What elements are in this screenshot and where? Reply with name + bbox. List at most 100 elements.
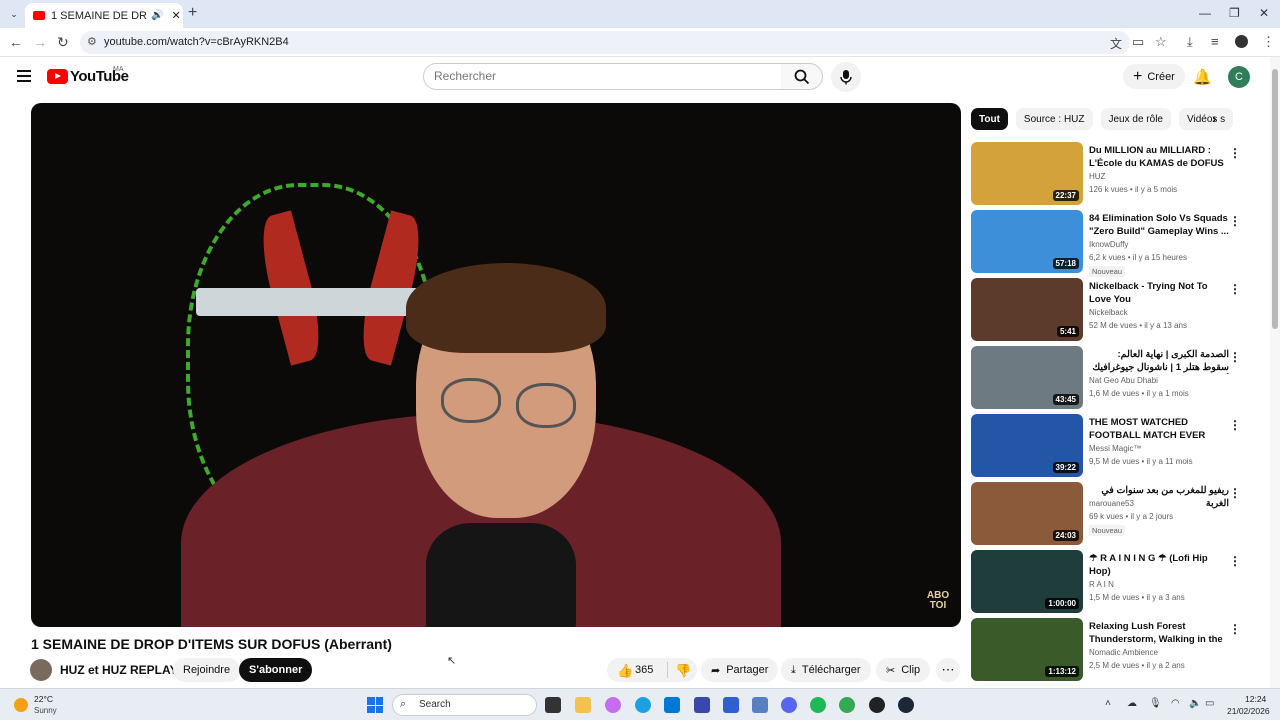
forward-icon[interactable]: → xyxy=(33,34,47,50)
video-thumbnail[interactable]: 1:13:12 xyxy=(971,618,1083,681)
chip-source-huz[interactable]: Source : HUZ xyxy=(1015,108,1093,130)
chip-role-playing[interactable]: Jeux de rôle xyxy=(1100,108,1171,130)
search-input[interactable]: Rechercher xyxy=(423,63,782,90)
voice-search-button[interactable] xyxy=(831,62,861,92)
windows-start-icon[interactable] xyxy=(367,697,383,713)
video-title[interactable]: Relaxing Lush Forest Thunderstorm, Walki… xyxy=(1089,620,1229,646)
omnibox[interactable]: ⚙ youtube.com/watch?v=cBrAyRKN2B4 文 xyxy=(80,31,1130,54)
list-item[interactable]: 39:22 THE MOST WATCHED FOOTBALL MATCH EV… xyxy=(971,414,1241,482)
notifications-bell-icon[interactable]: 🔔 xyxy=(1193,68,1212,86)
kebab-menu-icon[interactable]: ⋮ xyxy=(1229,418,1241,432)
page-scrollbar[interactable] xyxy=(1270,57,1280,688)
user-avatar[interactable]: C xyxy=(1228,66,1250,88)
spotify-icon[interactable] xyxy=(810,697,826,713)
task-view-icon[interactable] xyxy=(545,697,561,713)
wifi-icon[interactable]: ◠ xyxy=(1171,698,1180,709)
video-title[interactable]: الصدمة الكبرى | نهاية العالم: سقوط هتلر … xyxy=(1089,348,1229,374)
video-thumbnail[interactable]: 1:00:00 xyxy=(971,550,1083,613)
edge-icon[interactable] xyxy=(635,697,651,713)
reload-icon[interactable]: ↻ xyxy=(57,34,69,51)
taskbar-search[interactable]: ⌕ Search xyxy=(392,694,537,716)
download-button[interactable]: ⤓ Télécharger xyxy=(781,658,871,682)
close-window-icon[interactable]: ✕ xyxy=(1259,6,1269,20)
steam-icon[interactable] xyxy=(898,697,914,713)
network-icon[interactable]: ☁ xyxy=(1127,698,1137,709)
video-thumbnail[interactable]: 43:45 xyxy=(971,346,1083,409)
chip-videos[interactable]: Vidéos s xyxy=(1178,108,1234,130)
youtube-logo[interactable]: YouTube MA xyxy=(47,66,129,85)
video-channel[interactable]: IknowDuffy xyxy=(1089,240,1128,249)
new-tab-icon[interactable]: + xyxy=(188,4,197,22)
video-thumbnail[interactable]: 39:22 xyxy=(971,414,1083,477)
clock-time[interactable]: 12:24 xyxy=(1245,694,1266,704)
weather-temperature[interactable]: 22°C xyxy=(34,694,53,704)
app-icon[interactable] xyxy=(694,697,710,713)
video-thumbnail[interactable]: 57:18 xyxy=(971,210,1083,273)
video-player[interactable]: ABO TOI xyxy=(31,103,961,627)
video-thumbnail[interactable]: 22:37 xyxy=(971,142,1083,205)
store-icon[interactable] xyxy=(664,697,680,713)
video-channel[interactable]: marouane53 xyxy=(1089,499,1134,508)
cast-icon[interactable]: ▭ xyxy=(1132,34,1144,50)
app-icon-2[interactable] xyxy=(869,697,885,713)
vscode-icon[interactable] xyxy=(723,697,739,713)
bookmark-star-icon[interactable]: ☆ xyxy=(1155,34,1167,50)
list-item[interactable]: 22:37 Du MILLION au MILLIARD : L'École d… xyxy=(971,142,1241,210)
file-explorer-icon[interactable] xyxy=(575,697,591,713)
video-channel[interactable]: R A I N xyxy=(1089,580,1114,589)
kebab-menu-icon[interactable]: ⋮ xyxy=(1229,214,1241,228)
clock-date[interactable]: 21/02/2026 xyxy=(1227,706,1270,716)
chevron-right-icon[interactable]: › xyxy=(1212,110,1217,126)
chrome-icon[interactable] xyxy=(839,697,855,713)
list-item[interactable]: 5:41 Nickelback - Trying Not To Love You… xyxy=(971,278,1241,346)
video-channel[interactable]: Messi Magic™ xyxy=(1089,444,1141,453)
list-item[interactable]: 1:00:00 ☂ R A I N I N G ☂ (Lofi Hip Hop)… xyxy=(971,550,1241,618)
audio-playing-icon[interactable]: 🔊 xyxy=(151,10,163,21)
subscribe-button[interactable]: S'abonner xyxy=(239,658,313,682)
weather-condition[interactable]: Sunny xyxy=(34,706,57,715)
copilot-icon[interactable] xyxy=(605,697,621,713)
video-channel[interactable]: HUZ xyxy=(1089,172,1105,181)
restore-icon[interactable]: ❐ xyxy=(1229,6,1240,20)
kebab-menu-icon[interactable]: ⋮ xyxy=(1229,622,1241,636)
list-item[interactable]: 57:18 84 Elimination Solo Vs Squads "Zer… xyxy=(971,210,1241,278)
tray-chevron-icon[interactable]: ˄ xyxy=(1105,698,1111,709)
video-channel[interactable]: Nat Geo Abu Dhabi xyxy=(1089,376,1158,385)
battery-icon[interactable]: ▭ xyxy=(1205,698,1214,709)
volume-icon[interactable]: 🔈 xyxy=(1189,698,1201,709)
dislike-thumb-icon[interactable]: 👎 xyxy=(675,663,691,679)
video-title[interactable]: THE MOST WATCHED FOOTBALL MATCH EVER (af… xyxy=(1089,416,1229,442)
video-title[interactable]: Nickelback - Trying Not To Love You xyxy=(1089,280,1229,306)
browser-tab[interactable]: 1 SEMAINE DE DROP D'ITEMS 🔊 ✕ xyxy=(25,3,183,28)
kebab-menu-icon[interactable]: ⋮ xyxy=(1229,350,1241,364)
kebab-menu-icon[interactable]: ⋮ xyxy=(1229,146,1241,160)
minimize-icon[interactable]: — xyxy=(1199,6,1211,20)
channel-avatar[interactable] xyxy=(30,659,52,681)
translate-icon[interactable]: 文 xyxy=(1110,35,1122,52)
share-button[interactable]: ➦ Partager xyxy=(701,658,779,682)
clip-button[interactable]: ✂ Clip xyxy=(876,658,931,682)
list-item[interactable]: 43:45 الصدمة الكبرى | نهاية العالم: سقوط… xyxy=(971,346,1241,414)
site-info-icon[interactable]: ⚙ xyxy=(87,35,97,48)
video-title[interactable]: Du MILLION au MILLIARD : L'École du KAMA… xyxy=(1089,144,1229,170)
url-text[interactable]: youtube.com/watch?v=cBrAyRKN2B4 xyxy=(104,36,289,48)
list-item[interactable]: 24:03 ريفيو للمغرب من بعد سنوات في الغرب… xyxy=(971,482,1241,550)
tab-list-button[interactable]: ⌄ xyxy=(6,6,22,22)
back-icon[interactable]: ← xyxy=(9,34,23,50)
video-thumbnail[interactable]: 24:03 xyxy=(971,482,1083,545)
kebab-menu-icon[interactable]: ⋮ xyxy=(1229,282,1241,296)
download-icon[interactable]: ⤓ xyxy=(1187,34,1193,50)
video-title[interactable]: 84 Elimination Solo Vs Squads "Zero Buil… xyxy=(1089,212,1229,238)
media-controls-icon[interactable]: ≡ xyxy=(1211,34,1219,49)
like-count[interactable]: 365 xyxy=(635,664,653,676)
channel-name[interactable]: HUZ et HUZ REPLAY xyxy=(60,663,178,677)
video-channel[interactable]: Nickelback xyxy=(1089,308,1128,317)
list-item[interactable]: 1:13:12 Relaxing Lush Forest Thunderstor… xyxy=(971,618,1241,686)
join-button[interactable]: Rejoindre xyxy=(173,658,241,682)
video-thumbnail[interactable]: 5:41 xyxy=(971,278,1083,341)
scrollbar-thumb[interactable] xyxy=(1272,69,1278,329)
create-button[interactable]: + Créer xyxy=(1123,64,1185,89)
more-actions-icon[interactable]: ⋯ xyxy=(936,658,960,682)
outlook-icon[interactable] xyxy=(752,697,768,713)
video-channel[interactable]: Nomadic Ambience xyxy=(1089,648,1158,657)
